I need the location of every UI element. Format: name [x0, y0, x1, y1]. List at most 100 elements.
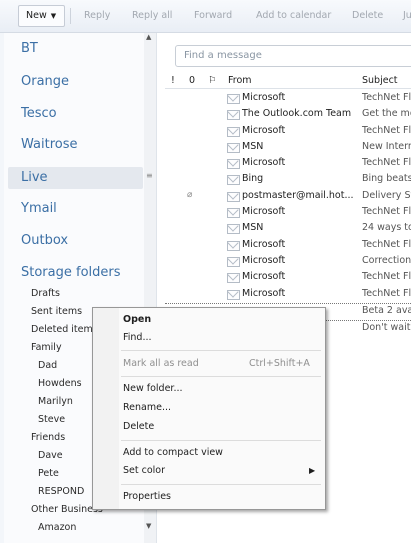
message-from: Microsoft	[242, 206, 286, 218]
message-subject: TechNet Fl	[362, 206, 411, 218]
menu-item-new-folder[interactable]: New folder...	[123, 383, 183, 394]
chevron-down-icon[interactable]: ▼	[51, 12, 56, 20]
message-from: Microsoft	[242, 271, 286, 283]
folder-steve[interactable]: Steve	[38, 414, 65, 425]
message-row[interactable]: MSN 24 ways to	[165, 221, 411, 237]
paperclip-icon: ⌀	[187, 189, 193, 200]
forward-button[interactable]: Forward	[194, 10, 232, 21]
message-subject: TechNet Fl	[362, 271, 411, 283]
new-label: New	[26, 10, 47, 21]
scroll-down-icon[interactable]: ▼	[146, 522, 151, 530]
envelope-icon	[227, 208, 240, 219]
message-row[interactable]: The Outlook.com Team Get the mo	[165, 107, 411, 123]
envelope-icon	[227, 142, 240, 153]
folder-respond[interactable]: RESPOND	[38, 486, 84, 497]
message-subject: TechNet Fl	[362, 92, 411, 103]
new-button[interactable]: New ▼	[18, 5, 66, 27]
message-row[interactable]: Microsoft Correction	[165, 254, 411, 270]
message-row[interactable]: Bing Bing beats	[165, 172, 411, 188]
submenu-arrow-icon: ▶	[309, 466, 316, 475]
menu-separator	[121, 484, 321, 485]
account-live[interactable]: Live	[21, 170, 48, 185]
message-row[interactable]: Microsoft TechNet Fl	[165, 91, 411, 107]
message-row[interactable]: Microsoft TechNet Fl	[165, 124, 411, 140]
message-subject: Get the mo	[362, 108, 411, 120]
folder-pete[interactable]: Pete	[38, 468, 59, 479]
menu-separator	[121, 376, 321, 377]
message-row[interactable]: Microsoft TechNet Fl	[165, 238, 411, 254]
context-menu: Open Find... Mark all as read Ctrl+Shift…	[92, 307, 326, 510]
folder-marilyn[interactable]: Marilyn	[38, 396, 73, 407]
message-subject: Beta 2 avail	[362, 304, 411, 316]
menu-item-rename[interactable]: Rename...	[123, 402, 171, 413]
add-to-calendar-button[interactable]: Add to calendar	[256, 10, 331, 21]
from-column-header[interactable]: From	[228, 75, 252, 86]
account-waitrose[interactable]: Waitrose	[21, 137, 77, 152]
priority-column-header[interactable]: !	[171, 75, 175, 86]
account-orange[interactable]: Orange	[21, 74, 69, 89]
message-row[interactable]: Microsoft TechNet Fl	[165, 205, 411, 221]
menu-item-add-to-compact-view[interactable]: Add to compact view	[123, 447, 223, 458]
message-subject: Correction	[362, 254, 411, 266]
account-storage-folders[interactable]: Storage folders	[21, 265, 121, 280]
account-ymail[interactable]: Ymail	[21, 201, 57, 216]
menu-item-find[interactable]: Find...	[123, 332, 152, 343]
message-from: Microsoft	[242, 124, 286, 136]
message-subject: TechNet Fl	[362, 238, 411, 250]
envelope-icon	[227, 175, 240, 186]
message-list: Microsoft TechNet Fl The Outlook.com Team…	[165, 91, 411, 337]
attachment-column-header[interactable]: 0	[189, 75, 195, 86]
message-row[interactable]: Microsoft TechNet Fl	[165, 270, 411, 286]
menu-item-properties[interactable]: Properties	[123, 491, 171, 502]
message-subject: TechNet Fl	[362, 157, 411, 169]
folder-howdens[interactable]: Howdens	[38, 378, 82, 389]
message-row[interactable]: MSN New Intern	[165, 140, 411, 156]
toolbar: New ▼ Reply Reply all Forward Add to cale…	[0, 0, 411, 33]
envelope-icon	[227, 126, 240, 137]
account-bt[interactable]: BT	[21, 41, 38, 56]
folder-friends[interactable]: Friends	[31, 432, 65, 443]
message-row[interactable]: ⌀ postmaster@mail.hot... Delivery Sta	[165, 189, 411, 205]
folder-dave[interactable]: Dave	[38, 450, 63, 461]
folder-deleted-items[interactable]: Deleted items	[31, 324, 98, 335]
envelope-icon	[227, 110, 240, 121]
junk-button[interactable]: Ju	[403, 10, 411, 21]
context-menu-gutter	[93, 308, 119, 509]
message-subject: Bing beats	[362, 173, 411, 185]
folder-amazon[interactable]: Amazon	[38, 522, 76, 533]
menu-separator	[121, 440, 321, 441]
envelope-icon	[227, 256, 240, 267]
menu-item-mark-all-read[interactable]: Mark all as read	[123, 358, 199, 369]
envelope-icon	[227, 191, 240, 202]
reply-button[interactable]: Reply	[84, 10, 110, 21]
message-row[interactable]: Microsoft TechNet Fl	[165, 156, 411, 172]
search-placeholder: Find a message	[184, 50, 262, 61]
account-tesco[interactable]: Tesco	[21, 106, 57, 121]
menu-item-open[interactable]: Open	[123, 314, 151, 325]
folder-dad[interactable]: Dad	[38, 360, 57, 371]
reply-all-button[interactable]: Reply all	[132, 10, 172, 21]
menu-item-delete[interactable]: Delete	[123, 421, 154, 432]
message-row[interactable]: Microsoft TechNet Fl	[165, 287, 411, 303]
toolbar-divider	[70, 8, 71, 24]
folder-sent-items[interactable]: Sent items	[31, 306, 82, 317]
message-from: Microsoft	[242, 287, 286, 299]
message-from: Microsoft	[242, 254, 286, 266]
message-from: Microsoft	[242, 92, 286, 103]
menu-item-set-color[interactable]: Set color	[123, 465, 165, 476]
message-subject: Delivery Sta	[362, 189, 411, 201]
folder-family[interactable]: Family	[31, 342, 62, 353]
envelope-icon	[227, 224, 240, 235]
subject-column-header[interactable]: Subject	[362, 75, 398, 86]
scroll-up-icon[interactable]: ▲	[146, 33, 151, 41]
folder-drafts[interactable]: Drafts	[31, 288, 60, 299]
delete-button[interactable]: Delete	[352, 10, 383, 21]
message-list-header: ! 0 ⚐ From Subject	[165, 73, 411, 89]
account-outbox[interactable]: Outbox	[21, 233, 68, 248]
scroll-grip-icon[interactable]: ≡	[146, 171, 153, 180]
message-subject: New Intern	[362, 140, 411, 152]
envelope-icon	[227, 240, 240, 251]
flag-column-header[interactable]: ⚐	[208, 75, 217, 86]
search-input[interactable]: Find a message	[175, 45, 411, 67]
message-from: MSN	[242, 222, 264, 234]
